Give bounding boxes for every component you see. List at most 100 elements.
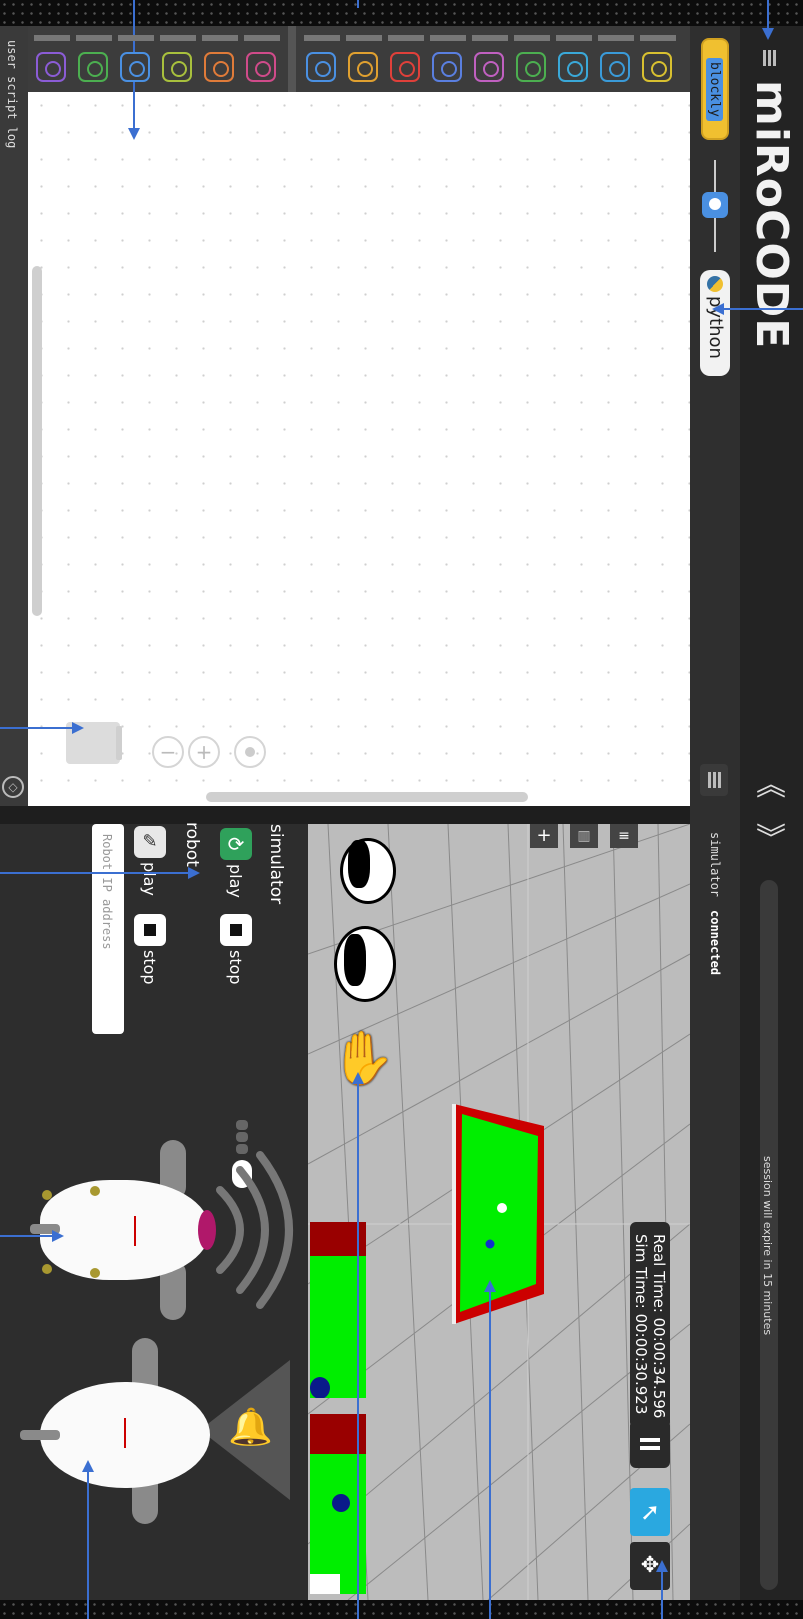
annotation-line-python	[722, 308, 803, 310]
category-glyph	[213, 61, 229, 77]
category-glyph	[567, 61, 583, 77]
robot-stop-button[interactable]	[134, 914, 166, 946]
annotation-arrow-controls	[188, 867, 200, 879]
key-icon[interactable]	[642, 52, 672, 82]
sim-stop-button[interactable]	[220, 914, 252, 946]
sim-stop-label: stop	[226, 950, 245, 985]
category-tab	[160, 35, 196, 41]
route-icon[interactable]	[36, 52, 66, 82]
annotation-line-trash	[0, 727, 74, 729]
robot-heading: robot	[182, 822, 202, 867]
annotation-arrow-python	[712, 303, 724, 315]
category-glyph	[45, 61, 61, 77]
category-glyph	[525, 61, 541, 77]
category-tab	[34, 35, 70, 41]
gauge-icon[interactable]	[78, 52, 108, 82]
brain-icon[interactable]	[246, 52, 276, 82]
speedometer-icon[interactable]	[306, 52, 336, 82]
robot-ip-placeholder: Robot IP address	[100, 834, 114, 950]
stroke-robot-bottom-icon[interactable]	[328, 920, 406, 1010]
move-icon[interactable]	[600, 52, 630, 82]
annotation-arrow-hand	[352, 1072, 364, 1084]
category-glyph	[483, 61, 499, 77]
category-tab	[640, 35, 676, 41]
sim-play-label: play	[226, 864, 245, 898]
lights-icon[interactable]	[120, 52, 150, 82]
recenter-icon[interactable]	[234, 736, 266, 768]
annotation-line-robot	[0, 1235, 54, 1237]
toolbar-divider	[288, 26, 296, 92]
robot-stop-label: stop	[140, 950, 159, 985]
stroke-robot-top-icon[interactable]	[332, 830, 400, 910]
robot-ip-input[interactable]: Robot IP address	[92, 824, 124, 1034]
annotation-arrow-arena	[484, 1280, 496, 1292]
annotation-line-categories	[357, 0, 359, 8]
person-icon[interactable]	[432, 52, 462, 82]
category-tab	[118, 35, 154, 41]
annotation-line-side-robot	[87, 1470, 89, 1619]
workspace-menu-button[interactable]	[700, 764, 728, 796]
sim-pointer-button[interactable]: ➚	[630, 1488, 670, 1536]
bell-icon[interactable]	[348, 52, 378, 82]
robot-play-label: play	[140, 862, 159, 896]
category-glyph	[609, 61, 625, 77]
category-tab	[304, 35, 340, 41]
math-icon[interactable]	[162, 52, 192, 82]
annotation-line-controls	[0, 872, 190, 874]
workspace-scrollbar-horizontal[interactable]	[206, 792, 528, 802]
sim-add-tab[interactable]: +	[530, 824, 558, 848]
rotate-icon[interactable]	[558, 52, 588, 82]
python-toggle[interactable]: python	[700, 270, 730, 376]
lock-icon[interactable]	[702, 192, 728, 218]
user-script-log[interactable]: user script log	[5, 40, 19, 148]
joystick-icon[interactable]	[516, 52, 546, 82]
zoom-out-icon[interactable]: −	[152, 736, 184, 768]
category-tab	[202, 35, 238, 41]
border-bottom	[0, 1600, 803, 1619]
category-tab	[244, 35, 280, 41]
sim-status: simulator connected	[708, 832, 722, 975]
sim-pause-button[interactable]	[630, 1420, 670, 1468]
category-tab	[556, 35, 592, 41]
sim-play-button[interactable]: ⟳	[220, 828, 252, 860]
category-tab	[430, 35, 466, 41]
sim-timer: Real Time: 00:00:34.596 Sim Time: 00:00:…	[630, 1222, 670, 1428]
category-tab	[472, 35, 508, 41]
category-glyph	[651, 61, 667, 77]
category-glyph	[171, 61, 187, 77]
loop-icon[interactable]	[204, 52, 234, 82]
sim-viewport[interactable]: ✋ Real Time: 00:00:34.596 Sim Time: 00:0…	[308, 824, 690, 1600]
annotation-arrow-side-robot	[82, 1460, 94, 1472]
blockly-label: blockly	[706, 58, 723, 121]
sim-time: Sim Time: 00:00:30.923	[632, 1234, 650, 1415]
blockly-toggle[interactable]: blockly	[701, 38, 729, 140]
annotation-arrow-move	[656, 1560, 668, 1572]
blockly-workspace[interactable]	[28, 92, 690, 806]
workspace-scrollbar-vertical[interactable]	[32, 266, 42, 616]
sim-status-prefix: simulator	[708, 832, 722, 898]
real-time: Real Time: 00:00:34.596	[650, 1234, 668, 1419]
category-tab	[346, 35, 382, 41]
category-glyph	[315, 61, 331, 77]
sim-menu-tab[interactable]: ≡	[610, 824, 638, 848]
wave-icon[interactable]	[474, 52, 504, 82]
annotation-line-arena	[489, 1290, 491, 1619]
log-toggle-icon[interactable]: ◇	[2, 776, 24, 798]
annotation-line-header	[767, 0, 769, 30]
speaker-icon: 🔔	[228, 1407, 273, 1448]
panel-collapse-down[interactable]: ︾	[752, 822, 790, 858]
header-menu-button[interactable]	[756, 44, 784, 72]
annotation-arrow-robot	[52, 1230, 64, 1242]
category-glyph	[255, 61, 271, 77]
category-glyph	[399, 61, 415, 77]
annotation-arrow-toolbox	[128, 128, 140, 140]
category-glyph	[357, 61, 373, 77]
eye-icon[interactable]	[390, 52, 420, 82]
sim-stats-tab[interactable]: ▥	[570, 824, 598, 848]
robot-play-button[interactable]: ✎	[134, 826, 166, 858]
panel-collapse-up[interactable]: ︽	[752, 768, 790, 804]
annotation-arrow-header	[762, 28, 774, 40]
robot-side-view[interactable]	[20, 1338, 210, 1528]
category-tab	[598, 35, 634, 41]
zoom-in-icon[interactable]: +	[188, 736, 220, 768]
